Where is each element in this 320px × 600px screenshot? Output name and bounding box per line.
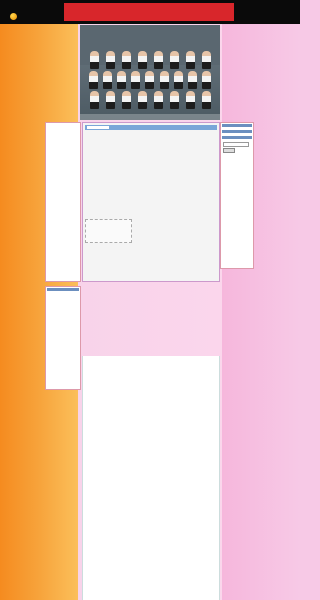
article-list <box>85 183 217 205</box>
toolbar-links[interactable] <box>85 132 217 136</box>
sidebar-links-1 <box>221 127 253 129</box>
left-links <box>46 291 80 293</box>
logo-icon <box>10 13 17 20</box>
tab-active[interactable] <box>87 126 109 129</box>
photo-caption <box>80 114 220 120</box>
link-list[interactable] <box>85 139 217 159</box>
site-logo[interactable] <box>10 12 46 21</box>
banner-brand <box>210 6 228 18</box>
left-column-schedule <box>45 122 81 282</box>
header-photo <box>80 25 220 120</box>
right-sidebar <box>220 122 254 269</box>
sidebar-links-3 <box>221 139 253 141</box>
top-bar <box>0 0 300 24</box>
sidebar-button[interactable] <box>223 148 235 153</box>
photo-row <box>86 71 214 89</box>
embedded-box <box>85 219 132 243</box>
photo-row <box>86 91 214 109</box>
main-content <box>82 122 220 282</box>
photo-row <box>86 51 214 69</box>
comments-area <box>82 356 220 600</box>
sidebar-input[interactable] <box>223 142 249 147</box>
sidebar-links-2 <box>221 133 253 135</box>
ad-banner[interactable] <box>64 3 234 21</box>
left-column-2 <box>45 286 81 390</box>
content-tabs <box>85 125 217 130</box>
